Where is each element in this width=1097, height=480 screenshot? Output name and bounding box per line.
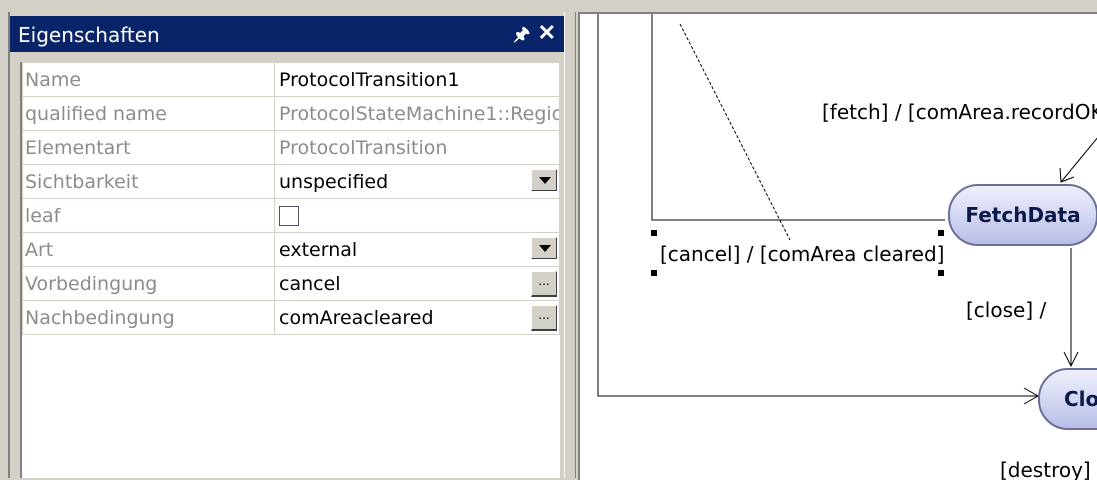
properties-panel: Eigenschaften 🖈︎ ✕ Name ProtocolTransiti… [8, 12, 564, 478]
property-value[interactable]: external [279, 239, 357, 261]
destroy-transition-label[interactable]: [destroy] / [1000, 458, 1097, 480]
property-label: Sichtbarkeit [22, 164, 275, 199]
property-value[interactable]: unspecified [279, 171, 388, 193]
selection-handle[interactable] [651, 270, 657, 276]
leaf-checkbox[interactable] [279, 206, 299, 226]
property-label: Art [22, 232, 275, 267]
property-grid: Name ProtocolTransition1 qualified name … [20, 62, 560, 478]
selection-handle[interactable] [651, 230, 657, 236]
dropdown-arrow-icon[interactable] [531, 237, 557, 259]
property-row-qualified-name[interactable]: qualified name ProtocolStateMachine1::Re… [22, 96, 560, 131]
property-row-art[interactable]: Art external [22, 232, 560, 267]
property-value[interactable]: comAreacleared [279, 307, 434, 329]
property-row-name[interactable]: Name ProtocolTransition1 [22, 62, 560, 97]
kind-select[interactable]: external [274, 232, 560, 267]
element-type-field: ProtocolTransition [274, 130, 560, 165]
panel-title: Eigenschaften [18, 23, 160, 47]
name-field[interactable]: ProtocolTransition1 [274, 62, 560, 97]
panel-splitter[interactable] [564, 12, 576, 478]
pin-icon[interactable]: 🖈︎ [513, 24, 530, 44]
property-row-elementart[interactable]: Elementart ProtocolTransition [22, 130, 560, 165]
visibility-select[interactable]: unspecified [274, 164, 560, 199]
property-label: Name [22, 62, 275, 97]
selection-handle[interactable] [938, 230, 944, 236]
note-connector [679, 23, 791, 241]
property-value: ProtocolTransition [279, 136, 448, 159]
property-row-sichtbarkeit[interactable]: Sichtbarkeit unspecified [22, 164, 560, 199]
property-value[interactable]: ProtocolTransition1 [279, 69, 460, 91]
close-icon[interactable]: ✕ [538, 22, 556, 44]
transition-line [1060, 137, 1097, 183]
property-row-nachbedingung[interactable]: Nachbedingung comAreacleared ... [22, 300, 560, 335]
property-value[interactable]: cancel [279, 273, 341, 295]
properties-titlebar: Eigenschaften 🖈︎ ✕ [10, 16, 564, 52]
state-closed[interactable]: Clo [1038, 368, 1097, 430]
property-label: Nachbedingung [22, 300, 275, 335]
diagram-canvas[interactable]: [fetch] / [comArea.recordOK [cancel] / [… [578, 12, 1097, 480]
property-row-vorbedingung[interactable]: Vorbedingung cancel ... [22, 266, 560, 301]
ellipsis-button[interactable]: ... [531, 271, 557, 297]
property-label: qualified name [22, 96, 275, 131]
leaf-checkbox-cell[interactable] [274, 198, 560, 233]
close-transition-label[interactable]: [close] / [966, 298, 1046, 322]
property-label: Elementart [22, 130, 275, 165]
property-label: Vorbedingung [22, 266, 275, 301]
ellipsis-button[interactable]: ... [531, 305, 557, 331]
fetch-transition-label[interactable]: [fetch] / [comArea.recordOK [822, 100, 1097, 124]
cancel-transition-label[interactable]: [cancel] / [comArea cleared] [660, 242, 944, 266]
postcondition-field[interactable]: comAreacleared ... [274, 300, 560, 335]
selection-handle[interactable] [938, 270, 944, 276]
property-label: leaf [22, 198, 275, 233]
property-value: ProtocolStateMachine1::Regio [279, 102, 559, 125]
state-fetchdata[interactable]: FetchData [948, 184, 1097, 246]
dropdown-arrow-icon[interactable] [531, 169, 557, 191]
precondition-field[interactable]: cancel ... [274, 266, 560, 301]
property-row-leaf[interactable]: leaf [22, 198, 560, 233]
qualified-name-field: ProtocolStateMachine1::Regio [274, 96, 560, 131]
